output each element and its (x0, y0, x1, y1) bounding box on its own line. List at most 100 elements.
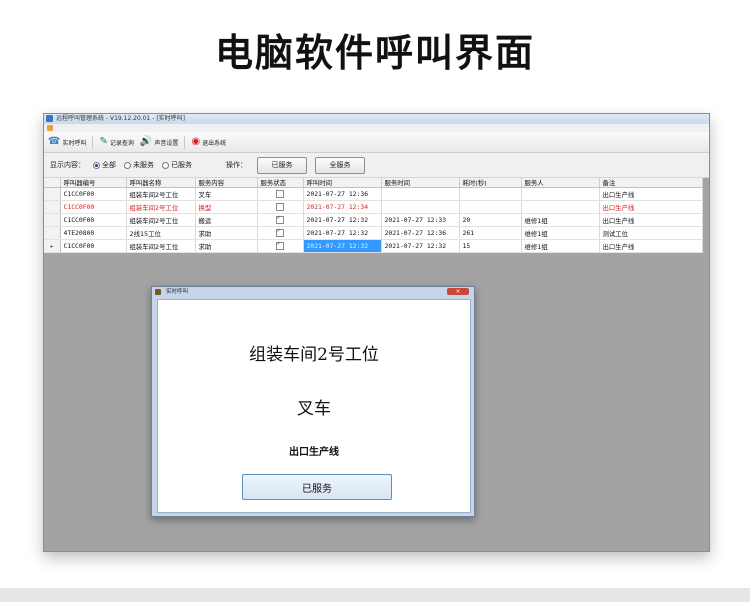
cell-duration[interactable] (459, 200, 522, 214)
col-header-service-time[interactable]: 服务时间 (381, 178, 460, 188)
menu-icon[interactable] (47, 125, 53, 131)
cell-service-time[interactable] (381, 200, 460, 214)
cell-service-time[interactable]: 2021-07-27 12:32 (381, 239, 460, 253)
cell-id[interactable]: C1CC0F00 (60, 200, 127, 214)
dialog-titlebar: 实时呼叫 × (152, 287, 474, 297)
status-checkbox[interactable] (276, 203, 284, 211)
cell-service-time[interactable]: 2021-07-27 12:36 (381, 226, 460, 240)
table-row[interactable]: ▸ C1CC0F00 组装车间2号工位 求助 2021-07-27 12:32 … (44, 239, 703, 253)
cell-service-time[interactable]: 2021-07-27 12:33 (381, 213, 460, 227)
cell-content[interactable]: 求助 (195, 239, 258, 253)
cell-name[interactable]: 组装车间2号工位 (126, 213, 196, 227)
row-selector[interactable] (44, 200, 61, 214)
col-header-status[interactable]: 服务状态 (257, 178, 304, 188)
cell-name[interactable]: 组装车间2号工位 (126, 187, 196, 201)
log-query-button[interactable]: ✎ 记录查询 (99, 137, 133, 147)
radio-all-label: 全部 (102, 161, 116, 169)
dialog-service-type: 叉车 (297, 399, 331, 419)
cell-server[interactable] (521, 200, 600, 214)
cell-note[interactable]: 出口生产线 (599, 200, 703, 214)
col-header-note[interactable]: 备注 (599, 178, 703, 188)
cell-call-time[interactable]: 2021-07-27 12:32 (303, 226, 382, 240)
cell-name[interactable]: 组装车间2号工位 (126, 200, 196, 214)
cell-note[interactable]: 出口生产线 (599, 239, 703, 253)
table-row[interactable]: 4TE20800 2线15工位 求助 2021-07-27 12:32 2021… (44, 226, 703, 240)
cell-duration[interactable]: 15 (459, 239, 522, 253)
mark-served-button[interactable]: 已服务 (257, 156, 307, 174)
col-header-server[interactable]: 服务人 (521, 178, 600, 188)
col-header-call-time[interactable]: 呼叫时间 (303, 178, 382, 188)
dialog-icon (155, 289, 161, 295)
radio-all[interactable]: 全部 (93, 160, 116, 170)
radio-dot-served (162, 161, 169, 169)
cell-note[interactable]: 测试工位 (599, 226, 703, 240)
cell-content[interactable]: 搬运 (195, 213, 258, 227)
radio-dot-unserved (124, 161, 131, 169)
row-selector[interactable] (44, 226, 61, 240)
cell-name[interactable]: 2线15工位 (126, 226, 196, 240)
cell-duration[interactable]: 261 (459, 226, 522, 240)
mark-all-served-button[interactable]: 全服务 (315, 156, 365, 174)
dialog-served-button[interactable]: 已服务 (242, 474, 392, 500)
cell-id[interactable]: C1CC0F00 (60, 213, 127, 227)
cell-call-time[interactable]: 2021-07-27 12:36 (303, 187, 382, 201)
cell-call-time[interactable]: 2021-07-27 12:32 (303, 239, 382, 253)
radio-served[interactable]: 已服务 (162, 160, 192, 170)
col-header-content[interactable]: 服务内容 (195, 178, 258, 188)
close-icon[interactable]: × (447, 288, 469, 295)
cell-name[interactable]: 组装车间2号工位 (126, 239, 196, 253)
cell-id[interactable]: C1CC0F00 (60, 187, 127, 201)
cell-status[interactable] (257, 200, 304, 214)
cell-server[interactable]: 维修1组 (521, 239, 600, 253)
cell-status[interactable] (257, 187, 304, 201)
sound-settings-label: 声音设置 (154, 139, 179, 147)
row-selector[interactable] (44, 213, 61, 227)
cell-content[interactable]: 求助 (195, 226, 258, 240)
cell-status[interactable] (257, 213, 304, 227)
table-row[interactable]: C1CC0F00 组装车间2号工位 换型 2021-07-27 12:34 出口… (44, 200, 703, 214)
status-checkbox[interactable] (276, 214, 284, 224)
app-icon (46, 115, 53, 122)
current-row-arrow-icon[interactable]: ▸ (44, 239, 61, 253)
radio-unserved[interactable]: 未服务 (124, 160, 154, 170)
cell-server[interactable]: 维修1组 (521, 226, 600, 240)
row-selector[interactable] (44, 187, 61, 201)
status-checkbox[interactable] (276, 227, 284, 237)
col-header-id[interactable]: 呼叫器编号 (60, 178, 127, 188)
footer-bar (0, 588, 750, 602)
table-row[interactable]: C1CC0F00 组装车间2号工位 搬运 2021-07-27 12:32 20… (44, 213, 703, 227)
cell-id[interactable]: C1CC0F00 (60, 239, 127, 253)
document-edit-icon: ✎ (99, 136, 108, 147)
app-window: 远程呼叫管理系统 - V19.12.20.01 - [实时呼叫] ☎ 实时呼叫 … (43, 113, 710, 552)
cell-call-time[interactable]: 2021-07-27 12:32 (303, 213, 382, 227)
dialog-body: 组装车间2号工位 叉车 出口生产线 已服务 (157, 299, 471, 513)
radio-dot-all (93, 161, 100, 169)
realtime-call-button[interactable]: ☎ 实时呼叫 (48, 137, 86, 147)
cell-server[interactable] (521, 187, 600, 201)
cell-note[interactable]: 出口生产线 (599, 187, 703, 201)
call-table: 呼叫器编号 呼叫器名称 服务内容 服务状态 呼叫时间 服务时间 耗时(秒) 服务… (44, 178, 703, 253)
toolbar-divider (184, 135, 186, 149)
cell-server[interactable]: 维修1组 (521, 213, 600, 227)
col-header-duration[interactable]: 耗时(秒) (459, 178, 522, 188)
cell-note[interactable]: 出口生产线 (599, 213, 703, 227)
cell-id[interactable]: 4TE20800 (60, 226, 127, 240)
filter-bar: 显示内容： 全部 未服务 已服务 操作： 已服务 全服务 (44, 153, 709, 178)
exit-system-button[interactable]: ◉ 退出系统 (191, 137, 226, 147)
cell-call-time[interactable]: 2021-07-27 12:34 (303, 200, 382, 214)
cell-duration[interactable] (459, 187, 522, 201)
radio-served-label: 已服务 (171, 161, 192, 169)
toolbar: ☎ 实时呼叫 ✎ 记录查询 🔊 声音设置 ◉ 退出系统 (44, 132, 709, 153)
cell-content[interactable]: 叉车 (195, 187, 258, 201)
cell-status[interactable] (257, 226, 304, 240)
table-row[interactable]: C1CC0F00 组装车间2号工位 叉车 2021-07-27 12:36 出口… (44, 187, 703, 201)
power-icon: ◉ (191, 136, 201, 147)
col-header-name[interactable]: 呼叫器名称 (126, 178, 196, 188)
cell-status[interactable] (257, 239, 304, 253)
status-checkbox[interactable] (276, 190, 284, 198)
cell-service-time[interactable] (381, 187, 460, 201)
cell-content[interactable]: 换型 (195, 200, 258, 214)
status-checkbox[interactable] (276, 240, 284, 250)
cell-duration[interactable]: 20 (459, 213, 522, 227)
sound-settings-button[interactable]: 🔊 声音设置 (140, 137, 178, 147)
